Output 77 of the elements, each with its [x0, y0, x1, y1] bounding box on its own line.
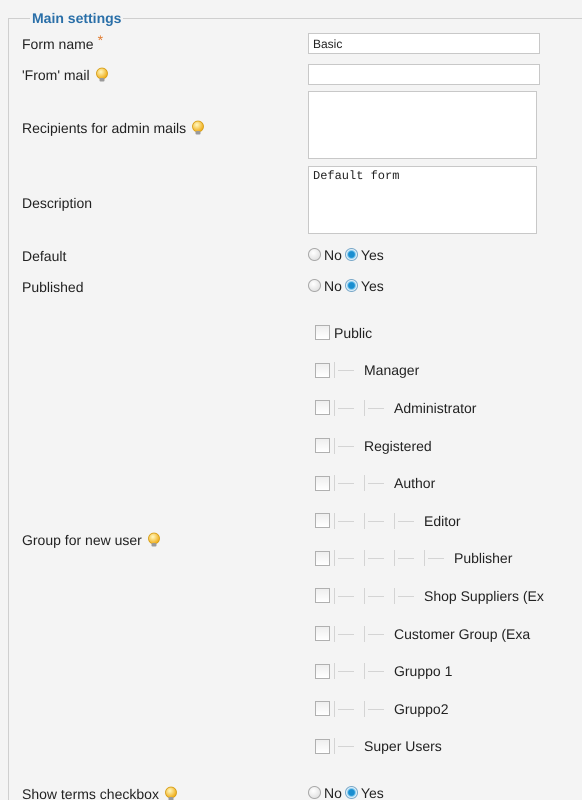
group-label[interactable]: Public — [334, 324, 372, 341]
group-label[interactable]: Manager — [364, 362, 420, 378]
group-label[interactable]: Administrator — [394, 400, 476, 416]
tree-branch-icon — [334, 588, 356, 604]
tree-branch-icon — [334, 626, 356, 642]
tree-branch-icon — [364, 700, 386, 717]
field-label: Group for new user — [22, 532, 142, 548]
tree-branch-icon — [334, 362, 356, 378]
checkbox[interactable] — [315, 550, 330, 566]
lightbulb-icon[interactable] — [94, 66, 110, 82]
checkbox[interactable] — [315, 362, 330, 378]
tree-branch-icon — [334, 475, 356, 492]
checkbox[interactable] — [315, 438, 330, 454]
group-label[interactable]: Editor — [424, 512, 461, 529]
field-label: Form name — [22, 36, 94, 52]
tree-branch-icon — [394, 550, 416, 566]
group-label[interactable]: Customer Group (Exa — [394, 626, 530, 642]
checkbox[interactable] — [315, 664, 330, 679]
lightbulb-icon[interactable] — [146, 532, 162, 548]
checkbox[interactable] — [315, 738, 330, 754]
tree-branch-icon — [364, 626, 386, 642]
radio-button[interactable] — [344, 786, 358, 800]
tree-branch-icon — [364, 512, 386, 529]
tree-branch-icon — [424, 550, 446, 566]
field-label: Default — [22, 248, 66, 264]
tree-branch-icon — [394, 588, 416, 604]
textarea-field[interactable]: Default form — [308, 166, 537, 234]
checkbox[interactable] — [315, 400, 330, 416]
tree-branch-icon — [364, 400, 386, 416]
checkbox[interactable] — [315, 476, 330, 491]
checkbox[interactable] — [315, 626, 330, 642]
group-label[interactable]: Gruppo 1 — [394, 663, 452, 680]
tree-branch-icon — [334, 738, 356, 754]
checkbox[interactable] — [315, 588, 330, 604]
radio-label[interactable]: No — [324, 784, 342, 800]
textarea-field[interactable] — [308, 91, 537, 159]
checkbox[interactable] — [315, 701, 330, 716]
radio-button[interactable] — [308, 786, 321, 800]
tree-branch-icon — [364, 663, 386, 680]
tree-branch-icon — [334, 550, 356, 566]
checkbox[interactable] — [315, 513, 330, 528]
group-label[interactable]: Registered — [364, 438, 432, 454]
tree-branch-icon — [334, 438, 356, 454]
tree-branch-icon — [334, 400, 356, 416]
group-label[interactable]: Shop Suppliers (Ex — [424, 588, 544, 604]
field-label: Recipients for admin mails — [22, 120, 186, 136]
group-label[interactable]: Gruppo2 — [394, 700, 448, 717]
group-label[interactable]: Author — [394, 475, 436, 492]
required-mark: * — [98, 32, 104, 48]
tree-branch-icon — [364, 475, 386, 492]
group-label[interactable]: Publisher — [454, 550, 512, 566]
text-input[interactable] — [308, 64, 540, 85]
section-title: Main settings — [31, 10, 122, 26]
tree-branch-icon — [334, 700, 356, 717]
radio-label[interactable]: Yes — [360, 784, 384, 800]
group-label[interactable]: Super Users — [364, 738, 442, 754]
radio-button[interactable] — [308, 279, 321, 292]
tree-branch-icon — [334, 663, 356, 680]
radio-label[interactable]: No — [324, 278, 342, 294]
radio-button[interactable] — [344, 248, 358, 261]
radio-button[interactable] — [344, 279, 358, 292]
tree-branch-icon — [334, 512, 356, 529]
tree-branch-icon — [394, 512, 416, 529]
radio-label[interactable]: Yes — [360, 278, 384, 294]
lightbulb-icon[interactable] — [162, 786, 179, 800]
tree-branch-icon — [364, 550, 386, 566]
field-label: 'From' mail — [22, 66, 90, 82]
radio-label[interactable]: No — [324, 246, 342, 262]
radio-button[interactable] — [308, 248, 321, 261]
field-label: Description — [22, 194, 92, 210]
field-label: Published — [22, 278, 84, 294]
checkbox[interactable] — [315, 325, 330, 340]
lightbulb-icon[interactable] — [190, 120, 206, 136]
text-input[interactable]: Basic — [308, 33, 540, 54]
field-label: Show terms checkbox — [22, 786, 159, 800]
radio-label[interactable]: Yes — [360, 246, 384, 262]
tree-branch-icon — [364, 588, 386, 604]
